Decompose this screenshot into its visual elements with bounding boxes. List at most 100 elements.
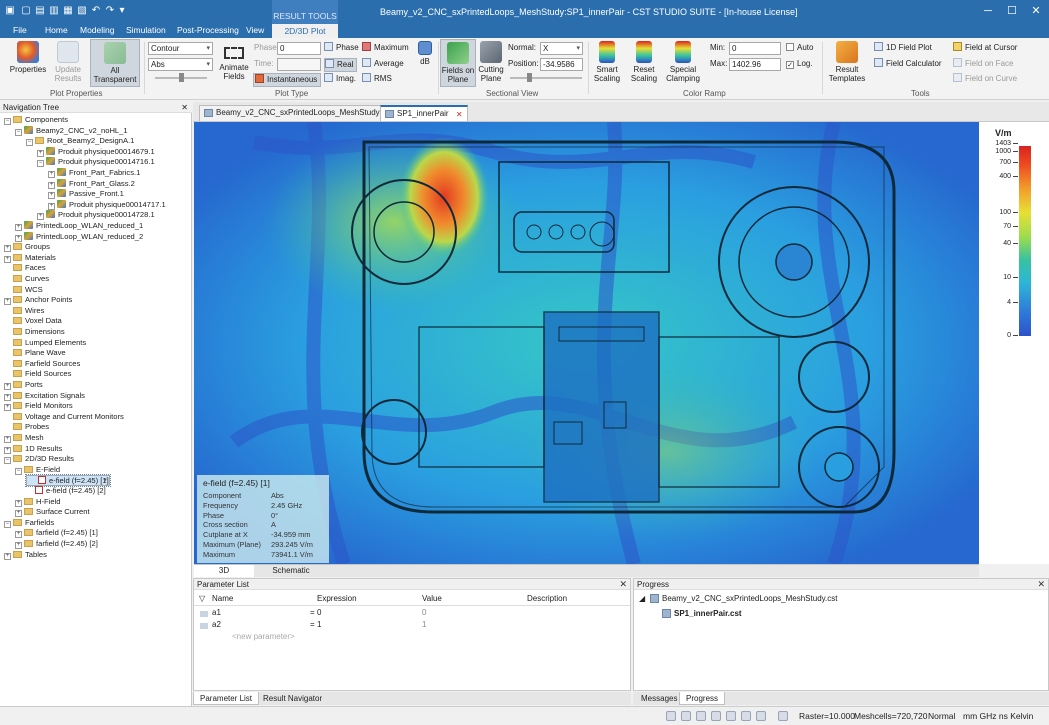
tree-item[interactable]: − Components [4, 115, 68, 126]
tab-schematic[interactable]: Schematic [256, 565, 326, 577]
instantaneous-button[interactable]: Instantaneous [253, 73, 322, 87]
field-on-face-button[interactable]: Field on Face [953, 58, 1013, 70]
component-dropdown[interactable]: Abs [148, 58, 213, 71]
collapse-toggle-icon[interactable]: − [37, 160, 44, 168]
tree-item[interactable]: + Groups [4, 242, 50, 253]
close-button[interactable]: ✕ [1028, 4, 1044, 18]
tab-view[interactable]: View [246, 25, 264, 35]
tree-item[interactable]: e-field (f=2.45) [1] [25, 474, 111, 487]
table-row[interactable]: a1 = 0 0 [194, 608, 630, 620]
tree-item[interactable]: e-field (f=2.45) [2] [26, 486, 106, 497]
tree-item[interactable]: + Produit physique00014679.1 [37, 146, 155, 158]
expand-toggle-icon[interactable]: + [4, 552, 11, 560]
collapse-toggle-icon[interactable]: − [4, 118, 11, 125]
position-slider[interactable] [510, 77, 582, 79]
expand-toggle-icon[interactable]: + [15, 499, 22, 507]
tree-item[interactable]: − 2D/3D Results [4, 454, 74, 465]
filter-icon[interactable]: ▽ [199, 594, 205, 603]
doc-tab-sp1-innerpair[interactable]: SP1_innerPair ✕ [380, 105, 468, 121]
field-calculator-button[interactable]: Field Calculator [874, 58, 942, 70]
tree-item[interactable]: +1D Results [4, 444, 62, 455]
close-icon[interactable]: ✕ [619, 579, 627, 590]
tab-result-navigator[interactable]: Result Navigator [257, 692, 328, 705]
new-icon[interactable]: ▢ [20, 5, 32, 17]
select-icon[interactable] [726, 711, 736, 721]
position-input[interactable]: -34.9586 [540, 58, 583, 71]
result-templates-button[interactable]: Result Templates [826, 41, 868, 83]
tree-item[interactable]: + Front_Part_Glass.2 [48, 178, 135, 190]
expand-toggle-icon[interactable]: + [15, 542, 22, 549]
tab-home[interactable]: Home [45, 25, 68, 35]
tab-progress[interactable]: Progress [679, 692, 726, 705]
tree-item[interactable]: + Surface Current [15, 507, 90, 518]
tree-item[interactable]: + Produit physique00014728.1 [37, 210, 155, 221]
save-all-icon[interactable]: ▦ [62, 5, 74, 17]
new-parameter-placeholder[interactable]: <new parameter> [232, 632, 295, 641]
tab-2d-3d-plot[interactable]: 2D/3D Plot [272, 24, 338, 38]
save-icon[interactable]: ▥ [48, 5, 60, 17]
tree-item[interactable]: − Beamy2_CNC_v2_noHL_1 [15, 125, 128, 137]
snap-icon[interactable] [756, 711, 766, 721]
animate-fields-button[interactable]: Animate Fields [218, 41, 250, 81]
expand-toggle-icon[interactable]: + [4, 245, 11, 253]
tree-item[interactable]: Lumped Elements [4, 338, 86, 349]
properties-button[interactable]: Properties [8, 41, 48, 74]
auto-checkbox[interactable]: Auto [786, 42, 813, 54]
progress-item-sp1[interactable]: SP1_innerPair.cst [674, 609, 742, 618]
tab-simulation[interactable]: Simulation [126, 25, 166, 35]
collapse-icon[interactable]: ◢ [639, 594, 645, 603]
open-icon[interactable]: ▤ [34, 5, 46, 17]
tab-3d[interactable]: 3D [194, 565, 254, 577]
min-input[interactable]: 0 [729, 42, 781, 55]
col-header-expression[interactable]: Expression [317, 594, 357, 603]
tree-item[interactable]: WCS [4, 285, 43, 296]
normal-dropdown[interactable]: X [540, 42, 583, 55]
close-icon[interactable]: ✕ [1037, 579, 1045, 590]
tree-item[interactable]: + Produit physique00014717.1 [48, 199, 166, 211]
tree-item[interactable]: + farfield (f=2.45) [2] [15, 539, 98, 550]
tree-item[interactable]: + Field Monitors [4, 401, 73, 412]
tree-item[interactable]: Field Sources [4, 369, 71, 380]
tree-item[interactable]: Plane Wave [4, 348, 66, 359]
param-expression[interactable]: 0 [317, 608, 321, 617]
tree-item[interactable]: + H-Field [15, 497, 60, 508]
tree-item[interactable]: Probes [4, 422, 49, 433]
expand-toggle-icon[interactable]: + [37, 213, 44, 221]
tree-item[interactable]: Faces [4, 263, 46, 274]
expand-toggle-icon[interactable]: + [4, 404, 11, 412]
tree-item[interactable]: Curves [4, 274, 49, 285]
expand-toggle-icon[interactable]: + [48, 171, 55, 178]
tree-item[interactable]: Wires [4, 306, 44, 317]
tree-item[interactable]: + Excitation Signals [4, 391, 85, 402]
tree-item[interactable]: + Anchor Points [4, 295, 72, 306]
field-1d-plot-button[interactable]: 1D Field Plot [874, 42, 932, 54]
zoom-icon[interactable] [666, 711, 676, 721]
tab-messages[interactable]: Messages [635, 692, 683, 705]
tree-item[interactable]: Voxel Data [4, 316, 62, 327]
measure-icon[interactable] [741, 711, 751, 721]
tree-item[interactable]: − Produit physique00014716.1 [37, 157, 155, 168]
tree-item[interactable]: + Mesh [4, 433, 44, 444]
tree-item[interactable]: + Front_Part_Fabrics.1 [48, 168, 140, 179]
print-icon[interactable]: ▧ [76, 5, 88, 17]
real-button[interactable]: Real [324, 58, 358, 72]
tree-item[interactable]: − E-Field [15, 465, 60, 476]
col-header-value[interactable]: Value [422, 594, 442, 603]
tree-item[interactable]: Voltage and Current Monitors [4, 412, 124, 423]
time-input[interactable] [277, 58, 321, 71]
tree-item[interactable]: + Tables [4, 550, 47, 561]
minimize-button[interactable]: ─ [980, 4, 996, 18]
col-header-description[interactable]: Description [527, 594, 567, 603]
smart-scaling-button[interactable]: Smart Scaling [590, 41, 624, 83]
collapse-toggle-icon[interactable]: − [15, 467, 22, 475]
close-tab-icon[interactable]: ✕ [456, 108, 463, 122]
expand-toggle-icon[interactable]: + [15, 224, 22, 231]
expand-toggle-icon[interactable]: + [15, 510, 22, 518]
tab-modeling[interactable]: Modeling [80, 25, 115, 35]
rms-button[interactable]: RMS [362, 73, 392, 85]
tab-post-processing[interactable]: Post-Processing [177, 25, 239, 35]
expand-toggle-icon[interactable]: + [15, 531, 22, 539]
log-checkbox[interactable]: ✓ Log. [786, 58, 813, 70]
plot-slider-thumb[interactable] [179, 73, 184, 82]
plot-style-dropdown[interactable]: Contour [148, 42, 213, 55]
